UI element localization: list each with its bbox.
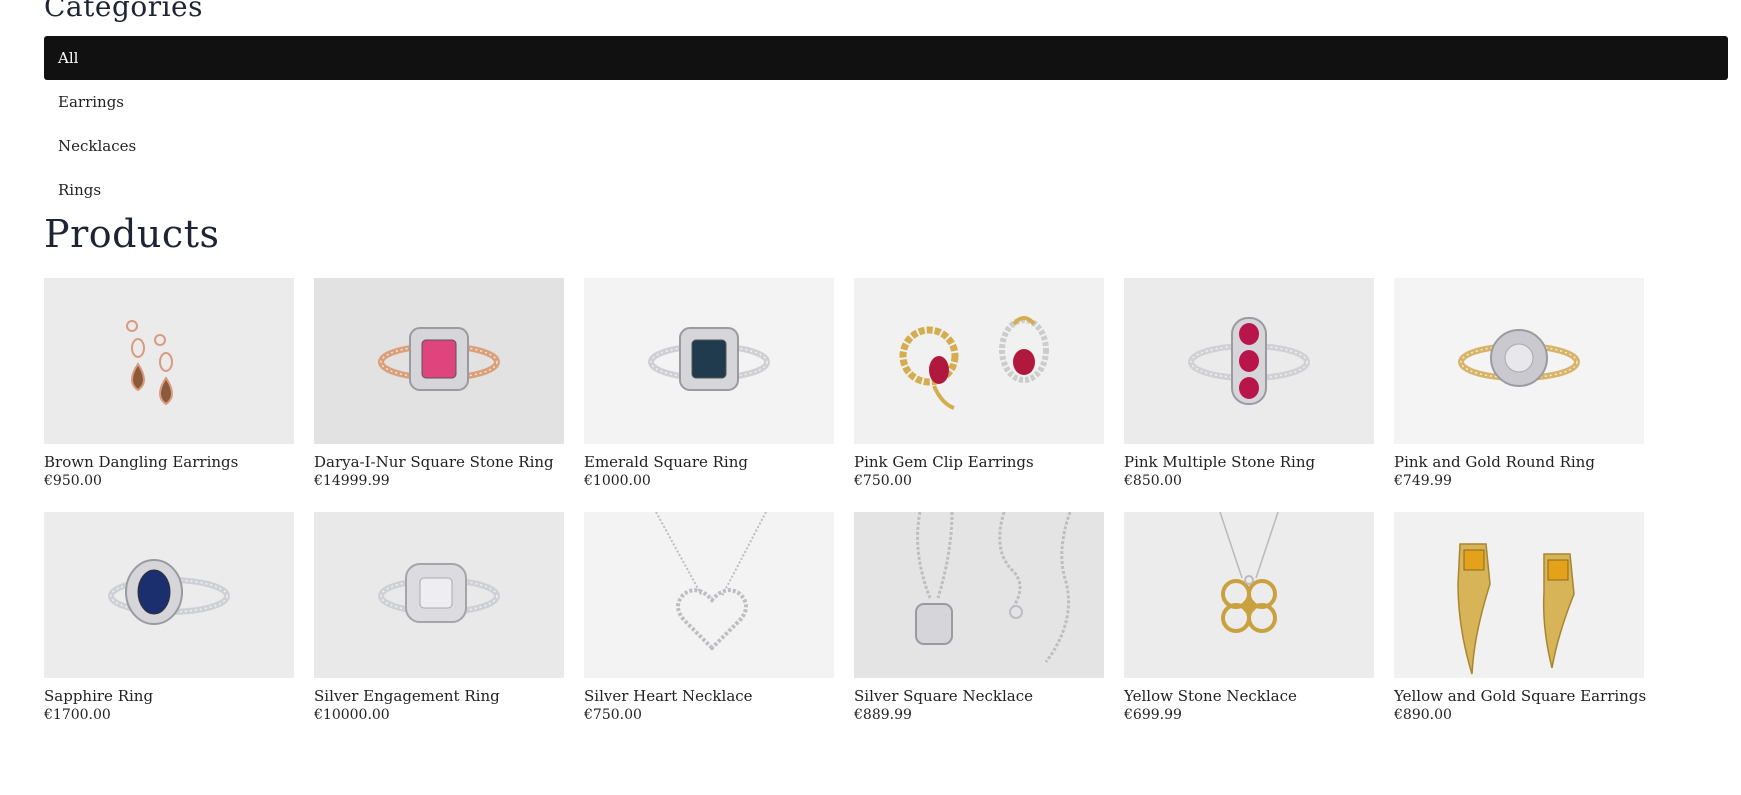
pink-square-ring-illustration xyxy=(314,278,564,444)
ruby-three-stone-ring-illustration xyxy=(1124,278,1374,444)
product-price: €850.00 xyxy=(1124,473,1182,489)
product-card[interactable]: Emerald Square Ring €1000.00 xyxy=(584,278,834,512)
product-card[interactable]: Darya-I-Nur Square Stone Ring €14999.99 xyxy=(314,278,564,512)
product-card[interactable]: Silver Heart Necklace €750.00 xyxy=(584,512,834,746)
product-price: €749.99 xyxy=(1394,473,1452,489)
product-card[interactable]: Pink Gem Clip Earrings €750.00 xyxy=(854,278,1104,512)
product-price: €750.00 xyxy=(584,707,642,723)
product-card[interactable]: Sapphire Ring €1700.00 xyxy=(44,512,294,746)
silver-cushion-ring-illustration xyxy=(314,512,564,678)
categories-heading: Categories xyxy=(44,0,203,23)
product-name[interactable]: Pink and Gold Round Ring xyxy=(1394,452,1644,472)
product-price: €1000.00 xyxy=(584,473,651,489)
product-name[interactable]: Brown Dangling Earrings xyxy=(44,452,294,472)
sapphire-ring-illustration xyxy=(44,512,294,678)
category-list: All Earrings Necklaces Rings xyxy=(44,36,1728,212)
product-name[interactable]: Silver Square Necklace xyxy=(854,686,1104,706)
product-image-emerald-square-ring[interactable] xyxy=(584,278,834,444)
product-name[interactable]: Yellow Stone Necklace xyxy=(1124,686,1374,706)
product-name[interactable]: Pink Multiple Stone Ring xyxy=(1124,452,1374,472)
category-item-earrings[interactable]: Earrings xyxy=(44,80,1728,124)
category-item-all[interactable]: All xyxy=(44,36,1728,80)
product-price: €14999.99 xyxy=(314,473,390,489)
product-price: €750.00 xyxy=(854,473,912,489)
gold-flower-necklace-illustration xyxy=(1124,512,1374,678)
product-price: €1700.00 xyxy=(44,707,111,723)
product-image-yellow-and-gold-square-earrings[interactable] xyxy=(1394,512,1644,678)
product-image-brown-dangling-earrings[interactable] xyxy=(44,278,294,444)
product-image-silver-square-necklace[interactable] xyxy=(854,512,1104,678)
product-image-sapphire-ring[interactable] xyxy=(44,512,294,678)
product-image-darya-i-nur-square-stone-ring[interactable] xyxy=(314,278,564,444)
product-name[interactable]: Darya-I-Nur Square Stone Ring xyxy=(314,452,564,472)
product-image-pink-and-gold-round-ring[interactable] xyxy=(1394,278,1644,444)
product-name[interactable]: Silver Engagement Ring xyxy=(314,686,564,706)
product-grid: Brown Dangling Earrings €950.00 Darya-I-… xyxy=(44,278,1646,746)
blue-green-square-ring-illustration xyxy=(584,278,834,444)
citrine-horn-earrings-illustration xyxy=(1394,512,1644,678)
product-card[interactable]: Silver Engagement Ring €10000.00 xyxy=(314,512,564,746)
product-card[interactable]: Brown Dangling Earrings €950.00 xyxy=(44,278,294,512)
product-price: €889.99 xyxy=(854,707,912,723)
product-image-silver-heart-necklace[interactable] xyxy=(584,512,834,678)
product-price: €10000.00 xyxy=(314,707,390,723)
product-image-silver-engagement-ring[interactable] xyxy=(314,512,564,678)
product-card[interactable]: Yellow Stone Necklace €699.99 xyxy=(1124,512,1374,746)
product-image-yellow-stone-necklace[interactable] xyxy=(1124,512,1374,678)
gold-ruby-clip-earrings-illustration xyxy=(854,278,1104,444)
product-name[interactable]: Pink Gem Clip Earrings xyxy=(854,452,1104,472)
product-card[interactable]: Pink and Gold Round Ring €749.99 xyxy=(1394,278,1644,512)
products-heading: Products xyxy=(44,212,220,256)
product-name[interactable]: Silver Heart Necklace xyxy=(584,686,834,706)
product-card[interactable]: Yellow and Gold Square Earrings €890.00 xyxy=(1394,512,1646,746)
category-item-necklaces[interactable]: Necklaces xyxy=(44,124,1728,168)
square-pendant-necklace-illustration xyxy=(854,512,1104,678)
product-price: €950.00 xyxy=(44,473,102,489)
product-image-pink-multiple-stone-ring[interactable] xyxy=(1124,278,1374,444)
product-price: €890.00 xyxy=(1394,707,1452,723)
product-name[interactable]: Sapphire Ring xyxy=(44,686,294,706)
category-item-rings[interactable]: Rings xyxy=(44,168,1728,212)
heart-necklace-illustration xyxy=(584,512,834,678)
product-price: €699.99 xyxy=(1124,707,1182,723)
round-halo-ring-illustration xyxy=(1394,278,1644,444)
product-image-pink-gem-clip-earrings[interactable] xyxy=(854,278,1104,444)
rose-gold-drop-earrings-illustration xyxy=(44,278,294,444)
product-name[interactable]: Yellow and Gold Square Earrings xyxy=(1394,686,1646,706)
product-name[interactable]: Emerald Square Ring xyxy=(584,452,834,472)
product-card[interactable]: Pink Multiple Stone Ring €850.00 xyxy=(1124,278,1374,512)
product-card[interactable]: Silver Square Necklace €889.99 xyxy=(854,512,1104,746)
